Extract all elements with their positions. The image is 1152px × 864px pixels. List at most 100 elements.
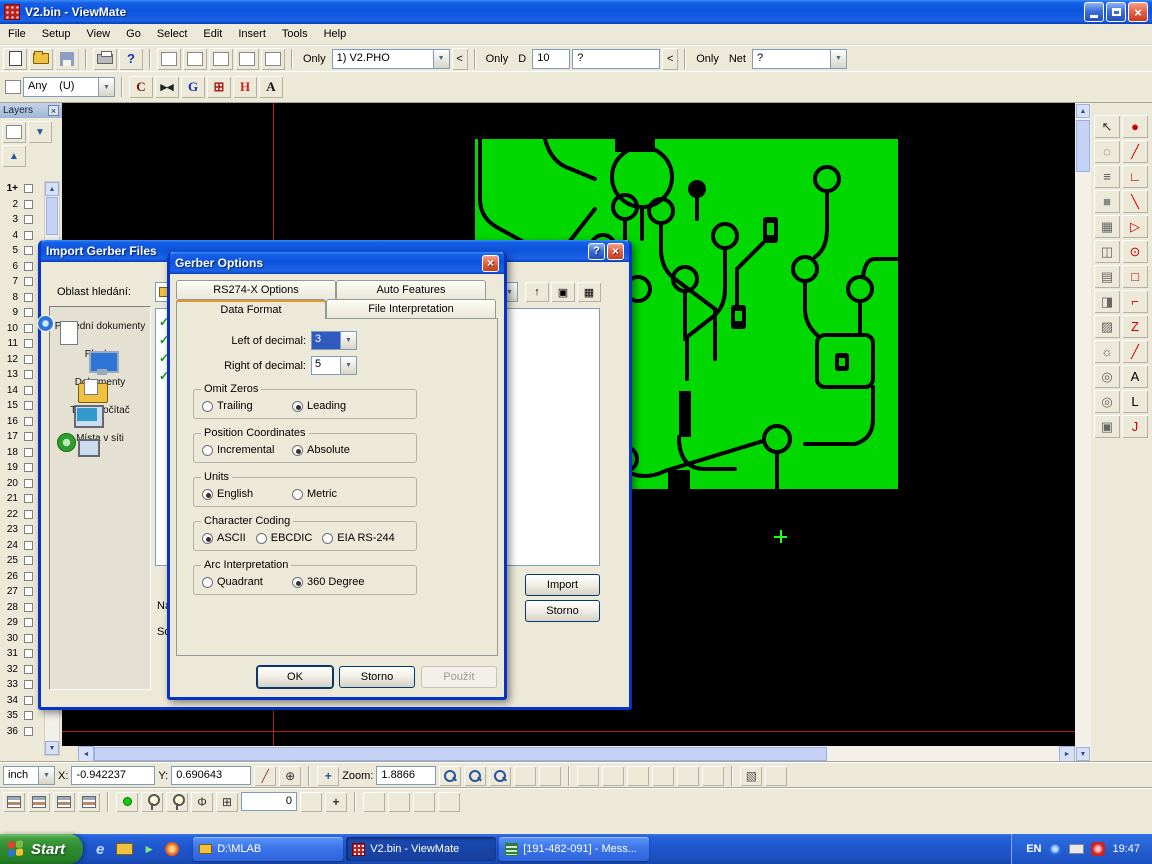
layer-color-swatch[interactable] — [24, 370, 33, 379]
unit-combo[interactable]: inch ▼ — [3, 766, 55, 785]
radio-metric[interactable]: Metric — [292, 488, 337, 500]
box-icon[interactable]: ▣ — [1094, 415, 1120, 438]
ok-button[interactable]: OK — [257, 666, 333, 688]
cancel-button[interactable]: Storno — [525, 600, 600, 622]
layer-color-swatch[interactable] — [24, 417, 33, 426]
text-a-button[interactable]: A — [259, 76, 283, 98]
place-recent-documents[interactable]: Poslední dokumenty — [53, 321, 147, 332]
layer-color-swatch[interactable] — [24, 432, 33, 441]
phi-rotation-icon[interactable]: Φ — [191, 792, 213, 812]
explorer-folder-icon[interactable] — [116, 843, 133, 855]
close-button[interactable]: × — [1128, 2, 1148, 22]
layer-color-swatch[interactable] — [24, 680, 33, 689]
query-dcode-button[interactable] — [157, 48, 181, 70]
scroll-thumb[interactable] — [46, 197, 58, 235]
layers-panel-close-icon[interactable]: × — [48, 105, 59, 116]
settings-icon[interactable]: ☼ — [1094, 340, 1120, 363]
restore-button[interactable] — [1106, 2, 1126, 22]
language-indicator[interactable]: EN — [1026, 843, 1041, 855]
layer-order-icon[interactable] — [28, 792, 50, 812]
place-documents[interactable]: Dokumenty — [53, 377, 147, 388]
layer-row[interactable]: 35 — [0, 708, 44, 724]
only-layer-toggle[interactable]: Only — [299, 53, 330, 65]
highlight-g-button[interactable]: G — [181, 76, 205, 98]
prev-dcode-button[interactable]: < — [662, 48, 678, 70]
layer-color-swatch[interactable] — [24, 200, 33, 209]
layer-color-swatch[interactable] — [24, 541, 33, 550]
hatch-icon[interactable]: ▨ — [1094, 315, 1120, 338]
list-icon[interactable]: ≡ — [1094, 165, 1120, 188]
layer-color-swatch[interactable] — [24, 184, 33, 193]
radio-trailing[interactable]: Trailing — [202, 400, 292, 412]
pattern-red2-icon[interactable] — [652, 766, 674, 786]
layer-color-swatch[interactable] — [24, 308, 33, 317]
circle-icon[interactable]: ⊙ — [1122, 240, 1148, 263]
tab-rs274x-options[interactable]: RS274-X Options — [176, 280, 336, 299]
cancel-button[interactable]: Storno — [339, 666, 415, 688]
scroll-up-icon[interactable]: ▲ — [1076, 104, 1090, 118]
layer-color-swatch[interactable] — [24, 479, 33, 488]
layer-color-swatch[interactable] — [24, 246, 33, 255]
zoom-field[interactable]: 1.8866 — [376, 766, 436, 785]
left-of-decimal-combo[interactable]: 3 ▼ — [311, 331, 357, 350]
show-desktop-icon[interactable]: ► — [140, 840, 158, 858]
views-button[interactable]: ▦ — [577, 282, 601, 302]
layer-move-up-button[interactable]: ▲ — [2, 145, 26, 167]
flash-pattern4-icon[interactable] — [438, 792, 460, 812]
query-aperture-button[interactable] — [183, 48, 207, 70]
layer-color-swatch[interactable] — [24, 727, 33, 736]
layer-color-swatch[interactable] — [24, 556, 33, 565]
pad-icon[interactable]: ● — [1122, 115, 1148, 138]
menu-file[interactable]: File — [0, 26, 34, 42]
bracket-icon[interactable]: ⌐ — [1122, 290, 1148, 313]
tab-file-interpretation[interactable]: File Interpretation — [326, 299, 496, 318]
task-mlab[interactable]: D:\MLAB — [193, 837, 343, 861]
layer-color-swatch[interactable] — [24, 386, 33, 395]
measure-button[interactable] — [261, 48, 285, 70]
layer-color-swatch[interactable] — [24, 463, 33, 472]
diagonal-icon[interactable]: ╲ — [1122, 190, 1148, 213]
arc-icon[interactable]: ▷ — [1122, 215, 1148, 238]
layer-mode-icon[interactable] — [78, 792, 100, 812]
menu-go[interactable]: Go — [118, 26, 149, 42]
dcode-filter-input[interactable]: ? — [572, 49, 660, 69]
browser-icon[interactable] — [165, 842, 179, 856]
layer-combo[interactable]: 1) V2.PHO ▼ — [332, 49, 450, 69]
rows-icon[interactable]: ▤ — [1094, 265, 1120, 288]
zoom-in-icon[interactable] — [439, 766, 461, 786]
grid-snap-button[interactable]: ⊞ — [207, 76, 231, 98]
pad-display-icon[interactable] — [514, 766, 536, 786]
polyline-icon[interactable]: ∟ — [1122, 165, 1148, 188]
radio-eia-rs244[interactable]: EIA RS-244 — [322, 532, 394, 544]
flash-pattern-icon[interactable] — [363, 792, 385, 812]
half-fill-icon[interactable]: ◨ — [1094, 290, 1120, 313]
zoom-window-icon[interactable] — [464, 766, 486, 786]
letter-j-icon[interactable]: J — [1122, 415, 1148, 438]
menu-help[interactable]: Help — [316, 26, 355, 42]
context-help-button[interactable]: ? — [119, 48, 143, 70]
prev-layer-button[interactable]: < — [452, 48, 468, 70]
layer-color-swatch[interactable] — [24, 355, 33, 364]
probe-alt-icon[interactable] — [166, 792, 188, 812]
grid-settings-icon[interactable]: ⊞ — [216, 792, 238, 812]
layer-table-button[interactable] — [2, 121, 26, 143]
layer-row[interactable]: 3 — [0, 212, 44, 228]
dropdown-arrow-icon[interactable]: ▼ — [98, 78, 114, 96]
place-my-network[interactable]: Místa v síti — [53, 433, 147, 444]
layer-color-swatch[interactable] — [24, 494, 33, 503]
grid-icon[interactable]: ▦ — [1094, 215, 1120, 238]
layer-color-swatch[interactable] — [24, 587, 33, 596]
layer-color-swatch[interactable] — [24, 618, 33, 627]
only-net-toggle[interactable]: Only — [692, 53, 723, 65]
slash-icon[interactable]: ╱ — [1122, 340, 1148, 363]
print-button[interactable] — [93, 48, 117, 70]
import-button[interactable]: Import — [525, 574, 600, 596]
radio-360-degree[interactable]: 360 Degree — [292, 576, 365, 588]
radio-leading[interactable]: Leading — [292, 400, 346, 412]
open-file-button[interactable] — [29, 48, 53, 70]
task-viewmate[interactable]: V2.bin - ViewMate — [346, 837, 496, 861]
layer-move-down-button[interactable]: ▼ — [28, 121, 52, 143]
dropdown-arrow-icon[interactable]: ▼ — [830, 50, 846, 68]
flash-pattern2-icon[interactable] — [388, 792, 410, 812]
layer-color-swatch[interactable] — [24, 215, 33, 224]
